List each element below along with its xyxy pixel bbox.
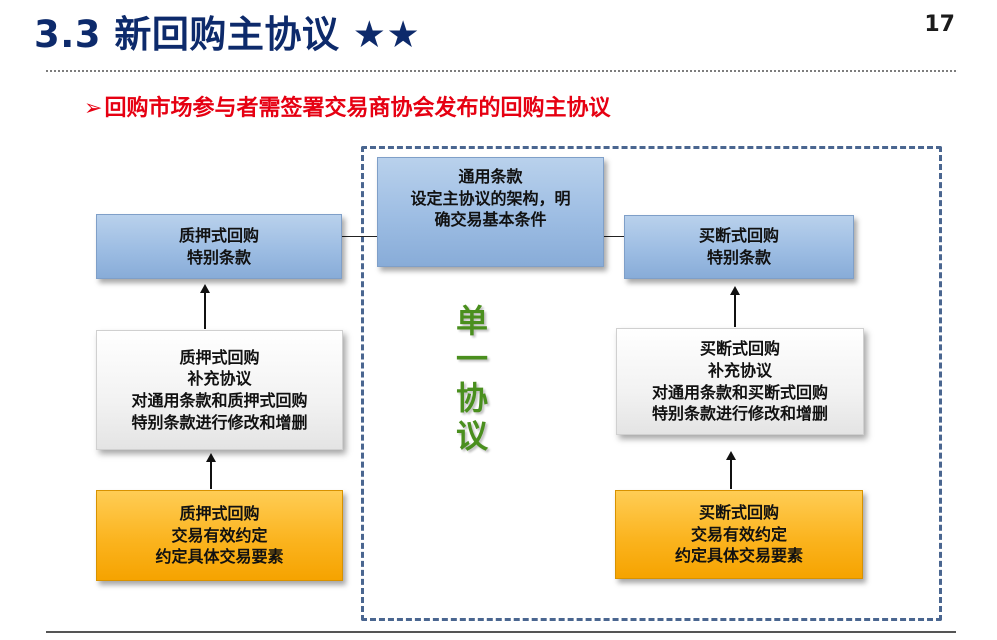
connector-general-outright: [604, 236, 624, 237]
pledge-trade-subtitle: 交易有效约定: [171, 525, 268, 545]
single-agreement-char-3: 协: [455, 378, 488, 417]
single-agreement-label: 单 一 协 议: [444, 302, 500, 456]
subtitle-text: 回购市场参与者需签署交易商协会发布的回购主协议: [104, 96, 611, 121]
outright-supplement-box: 买断式回购 补充协议 对通用条款和买断式回购 特别条款进行修改和增删: [616, 328, 864, 435]
pledge-special-title: 质押式回购: [178, 225, 259, 245]
outright-supp-title: 买断式回购: [699, 339, 780, 359]
footer-divider: [46, 631, 956, 633]
arrow-pledge-trade-to-supp: [210, 460, 212, 489]
general-terms-title: 通用条款: [458, 167, 523, 186]
pledge-trade-box: 质押式回购 交易有效约定 约定具体交易要素: [96, 490, 343, 581]
arrow-head-outright-supp: [726, 451, 736, 460]
subtitle: ➢回购市场参与者需签署交易商协会发布的回购主协议: [84, 90, 610, 122]
pledge-trade-desc: 约定具体交易要素: [155, 547, 284, 567]
pledge-supp-desc-1: 对通用条款和质押式回购: [131, 391, 308, 410]
outright-trade-desc: 约定具体交易要素: [674, 546, 803, 566]
single-agreement-char-2: 一: [455, 340, 488, 379]
connector-pledge-general: [342, 236, 377, 237]
pledge-special-terms-box: 质押式回购 特别条款: [96, 214, 342, 279]
outright-supp-desc-2: 特别条款进行修改和增删: [651, 404, 828, 424]
outright-trade-box: 买断式回购 交易有效约定 约定具体交易要素: [615, 490, 863, 579]
outright-trade-subtitle: 交易有效约定: [690, 524, 787, 544]
pledge-supp-subtitle: 补充协议: [187, 369, 252, 389]
arrow-head-outright-special: [730, 286, 740, 295]
single-agreement-char-1: 单: [455, 302, 488, 340]
pledge-supplement-box: 质押式回购 补充协议 对通用条款和质押式回购 特别条款进行修改和增删: [96, 330, 343, 450]
header-divider: [46, 70, 956, 72]
slide-title: 3.3 新回购主协议 ★★: [34, 13, 421, 56]
arrow-outright-trade-to-supp: [730, 458, 732, 489]
subtitle-arrow-icon: ➢: [84, 96, 103, 121]
arrow-outright-supp-to-special: [734, 293, 736, 327]
pledge-trade-title: 质押式回购: [179, 504, 260, 524]
arrow-pledge-supp-to-special: [204, 291, 206, 329]
arrow-head-pledge-supp: [206, 453, 216, 462]
arrow-head-pledge-special: [200, 284, 210, 293]
outright-special-title: 买断式回购: [698, 226, 779, 246]
general-terms-box: 通用条款 设定主协议的架构，明 确交易基本条件: [377, 157, 604, 267]
outright-supp-subtitle: 补充协议: [707, 360, 772, 380]
pledge-supp-title: 质押式回购: [179, 347, 260, 367]
outright-special-terms-box: 买断式回购 特别条款: [624, 215, 854, 279]
outright-trade-title: 买断式回购: [698, 503, 779, 523]
general-terms-desc-2: 确交易基本条件: [434, 210, 547, 230]
outright-special-subtitle: 特别条款: [706, 248, 771, 267]
single-agreement-char-4: 议: [455, 417, 488, 456]
outright-supp-desc-1: 对通用条款和买断式回购: [651, 382, 828, 402]
pledge-supp-desc-2: 特别条款进行修改和增删: [131, 412, 308, 432]
page-number: 17: [924, 12, 955, 37]
general-terms-desc-1: 设定主协议的架构，明: [410, 188, 571, 208]
pledge-special-subtitle: 特别条款: [186, 247, 251, 267]
